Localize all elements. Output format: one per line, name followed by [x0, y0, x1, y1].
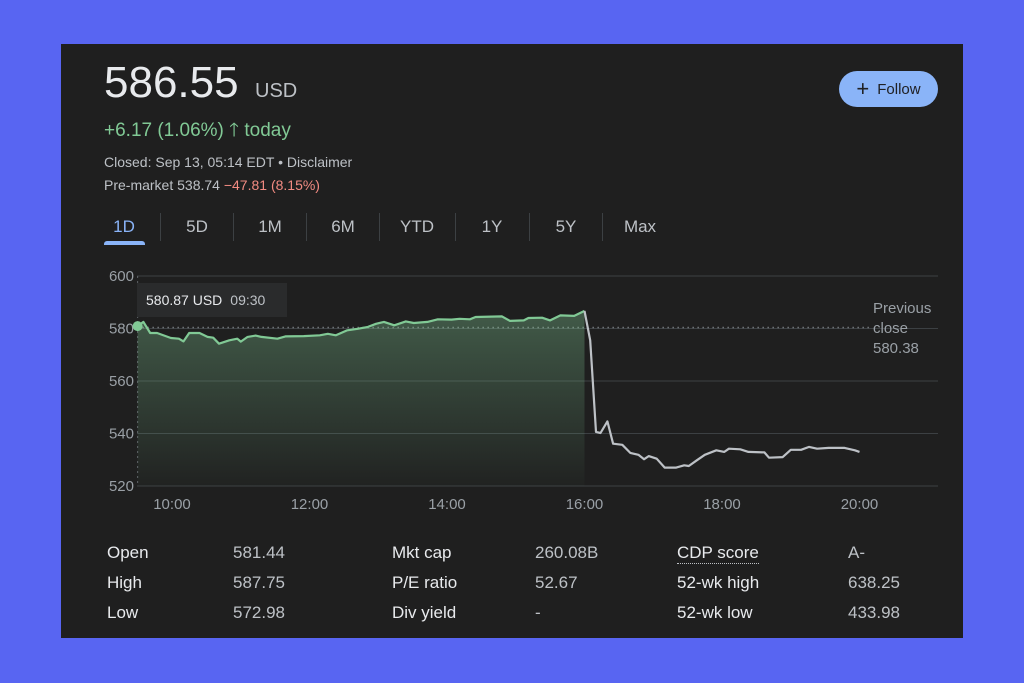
stat-label-52wk-high: 52-wk high	[677, 573, 760, 592]
stat-label-mkt-cap: Mkt cap	[392, 543, 452, 562]
stat-label-div-yield: Div yield	[392, 603, 457, 622]
y-tick-label: 600	[109, 268, 134, 285]
previous-close-value: 580.38	[873, 340, 919, 357]
stat-value-pe-ratio: 52.67	[535, 573, 578, 592]
y-tick-label: 520	[109, 478, 134, 495]
y-tick-label: 560	[109, 373, 134, 390]
stat-label-cdp-score[interactable]: CDP score	[677, 543, 759, 564]
x-tick-label: 18:00	[703, 496, 741, 513]
x-tick-label: 10:00	[153, 496, 191, 513]
regular-session-area	[137, 310, 585, 486]
stat-value-cdp-score: A-	[848, 543, 865, 562]
stat-label-52wk-low: 52-wk low	[677, 603, 753, 622]
stat-value-52wk-low: 433.98	[848, 603, 900, 622]
y-tick-label: 540	[109, 426, 134, 443]
after-hours-session-line	[583, 310, 860, 469]
hover-point-marker	[132, 321, 143, 332]
stat-value-52wk-high: 638.25	[848, 573, 900, 592]
stat-value-high: 587.75	[233, 573, 285, 592]
stat-value-mkt-cap: 260.08B	[535, 543, 599, 562]
stat-label-pe-ratio: P/E ratio	[392, 573, 458, 592]
stat-label-open: Open	[107, 543, 149, 562]
x-tick-label: 16:00	[566, 496, 604, 513]
stat-value-low: 572.98	[233, 603, 285, 622]
previous-close-label: Previous close 580.38	[873, 299, 943, 359]
x-tick-label: 14:00	[428, 496, 466, 513]
stat-label-high: High	[107, 573, 142, 592]
previous-close-text: Previous close	[873, 300, 932, 337]
tooltip-time: 09:30	[230, 292, 266, 308]
stat-value-open: 581.44	[233, 543, 285, 562]
x-tick-label: 20:00	[841, 496, 879, 513]
stat-value-div-yield: -	[535, 603, 541, 622]
y-tick-label: 580	[109, 321, 134, 338]
chart-tooltip: 580.87 USD 09:30	[137, 283, 287, 317]
x-tick-label: 12:00	[291, 496, 329, 513]
tooltip-price: 580.87 USD	[146, 292, 223, 308]
stat-label-low: Low	[107, 603, 139, 622]
